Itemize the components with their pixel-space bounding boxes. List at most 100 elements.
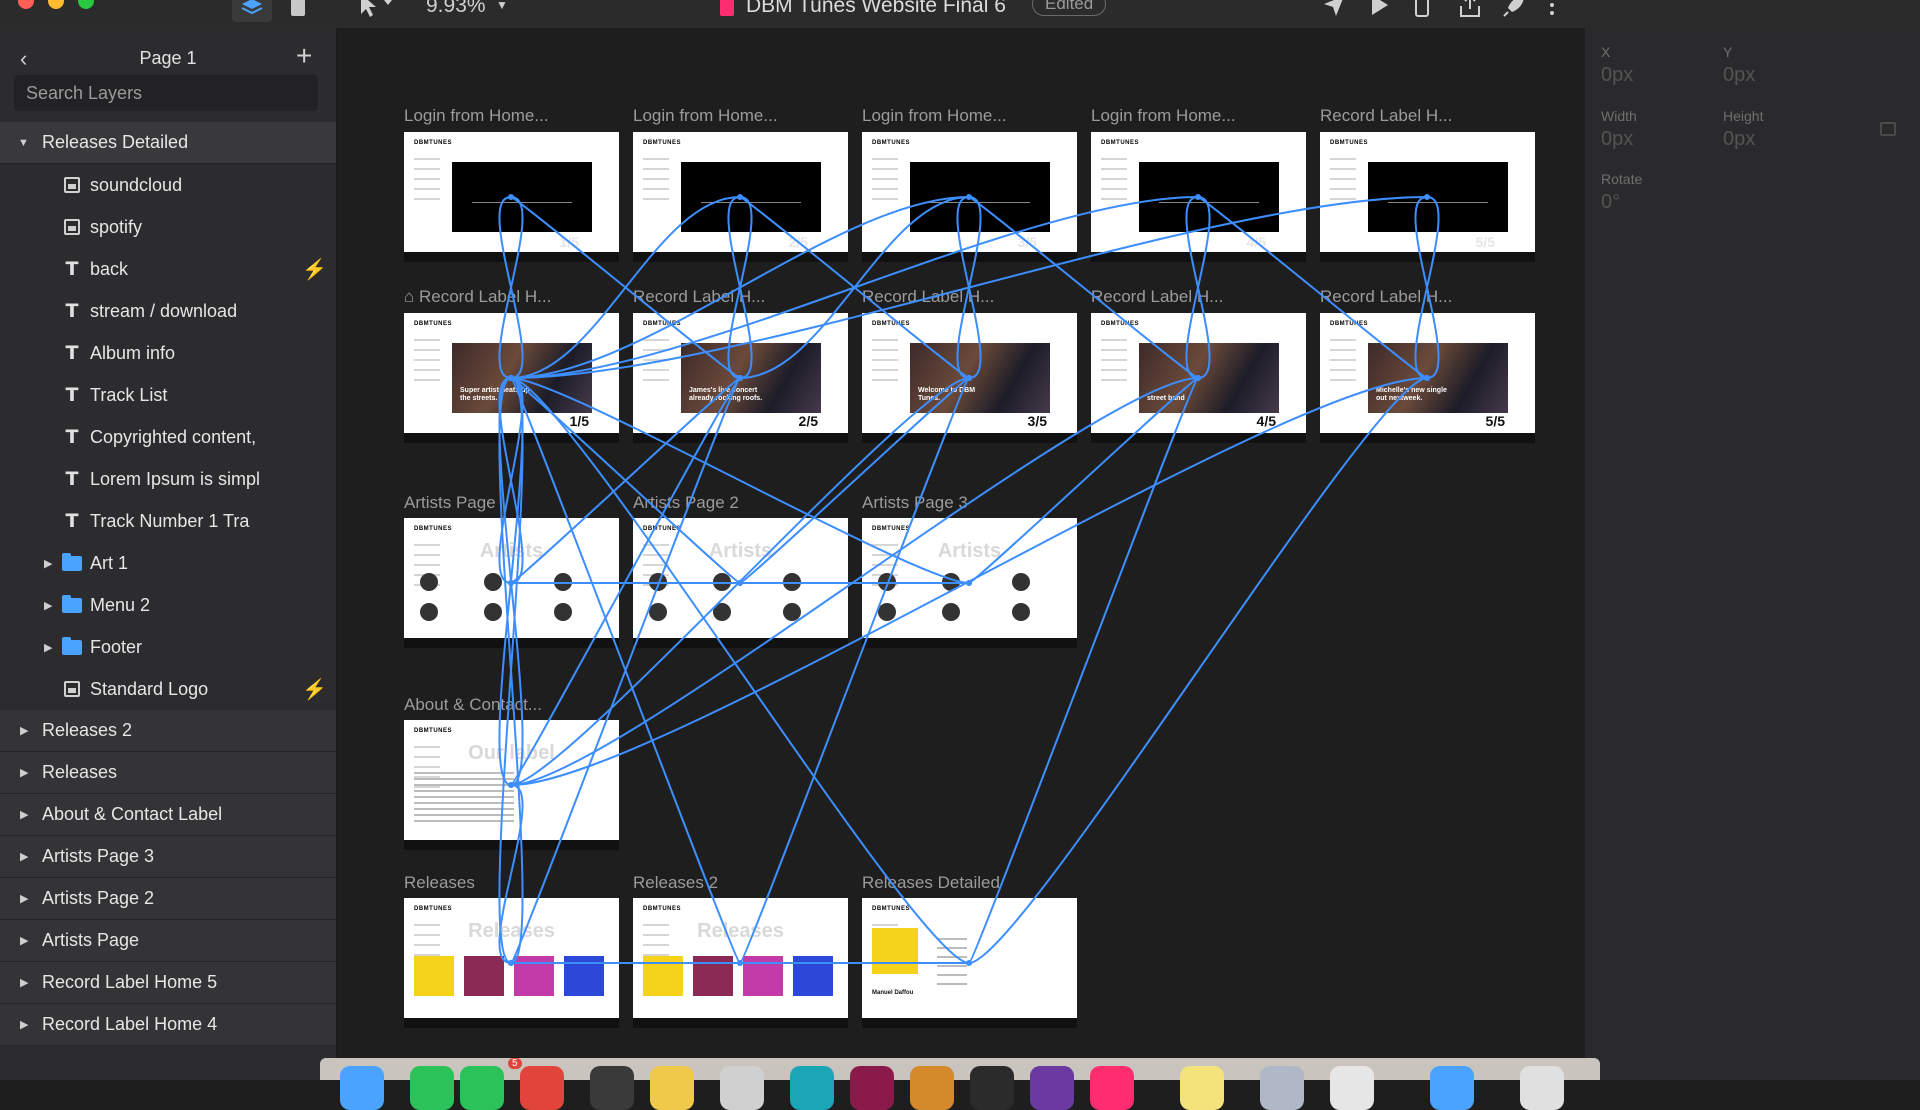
layer-row[interactable]: ▼ Releases Detailed: [0, 122, 336, 164]
close-window-button[interactable]: [18, 0, 34, 9]
image-layer-icon: [62, 217, 82, 237]
add-page-button[interactable]: +: [296, 40, 312, 72]
layer-label: Standard Logo: [90, 678, 209, 699]
layers-icon[interactable]: [232, 0, 272, 22]
layer-row[interactable]: T Album info: [0, 332, 336, 374]
disclosure-triangle-icon[interactable]: ▶: [20, 1018, 28, 1031]
dock-app-icon[interactable]: [910, 1066, 954, 1110]
layer-row[interactable]: ▶ Record Label Home 4: [0, 1004, 336, 1046]
dock-badge: 5: [508, 1058, 522, 1069]
zoom-level[interactable]: 9.93%: [426, 0, 486, 18]
disclosure-triangle-icon[interactable]: ▶: [20, 724, 28, 737]
page-name[interactable]: Page 1: [0, 48, 336, 69]
interaction-pointer-icon[interactable]: [1322, 0, 1346, 23]
share-icon[interactable]: [1458, 0, 1482, 23]
image-layer-icon: [62, 175, 82, 195]
layer-row[interactable]: ▶ Artists Page: [0, 920, 336, 962]
disclosure-triangle-icon[interactable]: ▼: [18, 137, 29, 149]
disclosure-triangle-icon[interactable]: ▶: [44, 641, 52, 654]
layer-label: Releases Detailed: [42, 132, 189, 152]
layer-label: Lorem Ipsum is simpl: [90, 468, 261, 489]
layer-row[interactable]: ▶ Footer: [0, 626, 336, 668]
layer-row[interactable]: T Track List: [0, 374, 336, 416]
layer-row[interactable]: ▶ Artists Page 2: [0, 878, 336, 920]
maximize-window-button[interactable]: [78, 0, 94, 9]
dock-app-icon[interactable]: [520, 1066, 564, 1110]
disclosure-triangle-icon[interactable]: ▶: [20, 934, 28, 947]
text-layer-icon: T: [65, 258, 79, 280]
dock-app-icon[interactable]: [970, 1066, 1014, 1110]
x-label: X: [1601, 44, 1611, 60]
dock-app-icon[interactable]: [650, 1066, 694, 1110]
layer-row[interactable]: Tstream / download: [0, 290, 336, 332]
search-input[interactable]: [14, 75, 318, 111]
image-layer-icon: [62, 679, 82, 699]
rotate-field[interactable]: 0°: [1601, 191, 1620, 214]
dock-app-icon[interactable]: [850, 1066, 894, 1110]
disclosure-triangle-icon[interactable]: ▶: [44, 599, 52, 612]
layer-row[interactable]: T Copyrighted content,: [0, 416, 336, 458]
dock-app-icon[interactable]: [1090, 1066, 1134, 1110]
document-icon[interactable]: [278, 0, 318, 22]
layer-label: Releases 2: [42, 720, 133, 740]
chevron-down-icon[interactable]: ▼: [496, 0, 508, 12]
disclosure-triangle-icon[interactable]: ▶: [20, 976, 28, 989]
disclosure-triangle-icon[interactable]: ▶: [20, 808, 28, 821]
dock-app-icon[interactable]: [1030, 1066, 1074, 1110]
phone-icon[interactable]: [1414, 0, 1430, 23]
text-layer-icon: T: [65, 510, 79, 532]
layer-label: Artists Page 3: [42, 846, 155, 866]
layer-row[interactable]: soundcloud: [0, 164, 336, 206]
dock-app-icon[interactable]: [1520, 1066, 1564, 1110]
dock-app-icon[interactable]: [590, 1066, 634, 1110]
dock-app-icon[interactable]: [410, 1066, 454, 1110]
flow-link: [956, 196, 982, 379]
lock-icon[interactable]: [1880, 122, 1896, 136]
document-title: DBM Tunes Website Final 6: [746, 0, 1006, 17]
dock-app-icon[interactable]: [720, 1066, 764, 1110]
layer-row[interactable]: T Track Number 1 Tra: [0, 500, 336, 542]
layer-row[interactable]: ▶ Menu 2: [0, 584, 336, 626]
y-field[interactable]: 0px: [1723, 64, 1755, 87]
dock-app-icon[interactable]: [460, 1066, 504, 1110]
layer-label: Releases: [42, 762, 118, 782]
layer-label: back: [90, 258, 129, 279]
disclosure-triangle-icon[interactable]: ▶: [20, 850, 28, 863]
rocket-icon[interactable]: [1502, 0, 1526, 23]
layer-row[interactable]: ▶ About & Contact Label: [0, 794, 336, 836]
layer-row[interactable]: spotify: [0, 206, 336, 248]
layer-row[interactable]: Tback ⚡: [0, 248, 336, 290]
dock-app-icon[interactable]: [1180, 1066, 1224, 1110]
flow-link-origin: [508, 580, 514, 586]
x-field[interactable]: 0px: [1601, 64, 1633, 87]
layer-label: Album info: [90, 342, 176, 363]
dock-app-icon[interactable]: [340, 1066, 384, 1110]
width-field[interactable]: 0px: [1601, 128, 1633, 151]
layer-row[interactable]: ▶ Releases 2: [0, 710, 336, 752]
play-icon[interactable]: [1368, 0, 1390, 21]
dock-app-icon[interactable]: [790, 1066, 834, 1110]
layer-row[interactable]: ▶ Releases: [0, 752, 336, 794]
dock-app-icon[interactable]: [1430, 1066, 1474, 1110]
dock-app-icon[interactable]: [1330, 1066, 1374, 1110]
window-titlebar: 9.93% ▼ DBM Tunes Website Final 6 Edited: [0, 0, 1920, 28]
design-canvas[interactable]: Login from Home... DBMTUNES 1/5 Login from …: [337, 28, 1584, 1080]
text-layer-icon: T: [65, 426, 79, 448]
height-field[interactable]: 0px: [1723, 128, 1755, 151]
disclosure-triangle-icon[interactable]: ▶: [44, 557, 52, 570]
layer-row[interactable]: Standard Logo ⚡: [0, 668, 336, 710]
disclosure-triangle-icon[interactable]: ▶: [20, 766, 28, 779]
layers-panel: ‹ Page 1 + ▼ Releases Detailed soundcloud s…: [0, 28, 337, 1080]
layer-row[interactable]: T Lorem Ipsum is simpl: [0, 458, 336, 500]
search-layers-field[interactable]: [14, 75, 318, 111]
layer-row[interactable]: ▶ Artists Page 3: [0, 836, 336, 878]
minimize-window-button[interactable]: [48, 0, 64, 9]
dock-app-icon[interactable]: [1260, 1066, 1304, 1110]
layer-label: Artists Page: [42, 930, 140, 950]
y-label: Y: [1723, 44, 1733, 60]
more-icon[interactable]: [1548, 0, 1556, 21]
pointer-icon[interactable]: [358, 0, 398, 23]
layer-row[interactable]: ▶ Record Label Home 5: [0, 962, 336, 1004]
layer-row[interactable]: ▶ Art 1: [0, 542, 336, 584]
disclosure-triangle-icon[interactable]: ▶: [20, 892, 28, 905]
